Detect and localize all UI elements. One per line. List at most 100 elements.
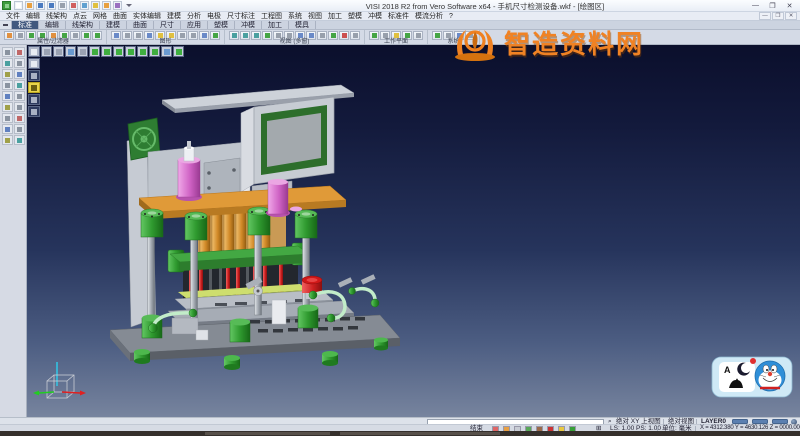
new-file-icon[interactable] <box>14 1 23 10</box>
zoom-cube-icon[interactable] <box>173 46 184 57</box>
break-tool-icon[interactable] <box>14 113 25 123</box>
select-tool-icon[interactable] <box>2 47 13 57</box>
pan-icon[interactable] <box>199 31 209 40</box>
trim-tool-icon[interactable] <box>14 80 25 90</box>
view-mode-icon[interactable] <box>41 46 52 57</box>
redo-icon[interactable] <box>102 1 111 10</box>
front-cube-icon[interactable] <box>137 46 148 57</box>
rotate-cube-icon[interactable] <box>161 46 172 57</box>
pick-icon[interactable] <box>70 31 80 40</box>
active-tool-icon[interactable] <box>28 82 40 93</box>
selection-mode-icon[interactable] <box>28 46 40 57</box>
view-side-icon[interactable] <box>251 31 261 40</box>
wireframe-view-icon[interactable] <box>122 31 132 40</box>
clip-plane-icon[interactable] <box>339 31 349 40</box>
tab-modeling[interactable]: 建模 <box>100 21 127 29</box>
close-button[interactable]: ✕ <box>781 0 798 11</box>
measure-tool-icon[interactable] <box>2 58 13 68</box>
zoom-fit-icon[interactable] <box>188 31 198 40</box>
shaded-view-icon[interactable] <box>111 31 121 40</box>
dynamic-rotate-icon[interactable] <box>328 31 338 40</box>
toolbar-collapse-icon[interactable] <box>0 21 12 29</box>
tab-surface[interactable]: 曲面 <box>127 21 154 29</box>
offset-tool-icon[interactable] <box>14 91 25 101</box>
transparency-icon[interactable] <box>144 31 154 40</box>
box-select-icon[interactable] <box>92 31 102 40</box>
workplane-create-icon[interactable] <box>369 31 379 40</box>
open-file-icon[interactable] <box>25 1 34 10</box>
extend-tool-icon[interactable] <box>2 113 13 123</box>
menu-mold[interactable]: 塑模 <box>345 12 365 21</box>
menu-die[interactable]: 冲模 <box>365 12 385 21</box>
mdi-minimize-button[interactable]: — <box>759 12 771 20</box>
mirror-tool-icon[interactable] <box>2 91 13 101</box>
tab-application[interactable]: 应用 <box>181 21 208 29</box>
wireframe-cube-icon[interactable] <box>101 46 112 57</box>
graphics-viewport[interactable]: A <box>27 45 800 417</box>
menu-help[interactable]: ? <box>446 12 456 21</box>
menu-machining[interactable]: 加工 <box>325 12 345 21</box>
brush-icon[interactable] <box>113 1 122 10</box>
iso-cube-icon[interactable] <box>113 46 124 57</box>
tab-standard[interactable]: 标准 <box>12 21 39 29</box>
tab-die[interactable]: 冲模 <box>235 21 262 29</box>
app-logo-icon[interactable] <box>2 1 11 10</box>
workplane-reset-icon[interactable] <box>413 31 423 40</box>
cut-tool-icon[interactable] <box>14 47 25 57</box>
scale-tool-icon[interactable] <box>14 124 25 134</box>
tab-mold[interactable]: 塑模 <box>208 21 235 29</box>
array-tool-icon[interactable] <box>2 124 13 134</box>
group-tool-icon[interactable] <box>14 135 25 145</box>
info-icon[interactable] <box>465 31 475 40</box>
tab-machining[interactable]: 加工 <box>262 21 289 29</box>
move-tool-icon[interactable] <box>2 69 13 79</box>
section-icon[interactable] <box>28 106 40 117</box>
tab-wireframe[interactable]: 线架构 <box>66 21 100 29</box>
color-filter-icon[interactable] <box>26 31 36 40</box>
erase-tool-icon[interactable] <box>14 58 25 68</box>
side-cube-icon[interactable] <box>149 46 160 57</box>
compass-icon[interactable] <box>80 1 89 10</box>
hidden-line-icon[interactable] <box>133 31 143 40</box>
attribute-icon[interactable] <box>4 31 14 40</box>
save-icon[interactable] <box>36 1 45 10</box>
copy-tool-icon[interactable] <box>14 69 25 79</box>
window-cascade-icon[interactable] <box>317 31 327 40</box>
zoom-in-icon[interactable] <box>177 31 187 40</box>
measure-icon[interactable] <box>28 94 40 105</box>
view-iso-icon[interactable] <box>262 31 272 40</box>
undo-icon[interactable] <box>91 1 100 10</box>
shaded-cube-icon[interactable] <box>89 46 100 57</box>
top-cube-icon[interactable] <box>125 46 136 57</box>
menu-flow-analysis[interactable]: 模流分析 <box>412 12 446 21</box>
menu-standard-parts[interactable]: 标准件 <box>385 12 412 21</box>
qat-dropdown-icon[interactable] <box>126 4 132 7</box>
cad-model-assembly[interactable] <box>110 85 400 370</box>
tab-edit[interactable]: 编辑 <box>39 21 66 29</box>
chamfer-tool-icon[interactable] <box>14 102 25 112</box>
minimize-button[interactable]: — <box>747 0 764 11</box>
rotate-view-icon[interactable] <box>210 31 220 40</box>
tab-dimension[interactable]: 尺寸 <box>154 21 181 29</box>
clipping-icon[interactable] <box>28 70 40 81</box>
mdi-restore-button[interactable]: ❐ <box>772 12 784 20</box>
chain-select-icon[interactable] <box>81 31 91 40</box>
view-top-icon[interactable] <box>229 31 239 40</box>
snap-tool-icon[interactable] <box>2 80 13 90</box>
layer-filter-icon[interactable] <box>15 31 25 40</box>
tab-tooling[interactable]: 模具 <box>289 21 316 29</box>
fillet-tool-icon[interactable] <box>2 102 13 112</box>
delete-icon[interactable] <box>69 1 78 10</box>
view-list-icon[interactable] <box>65 46 76 57</box>
view-settings-icon[interactable] <box>350 31 360 40</box>
camera-icon[interactable] <box>77 46 88 57</box>
layer-panel-icon[interactable] <box>53 46 64 57</box>
mdi-close-button[interactable]: ✕ <box>785 12 797 20</box>
view-front-icon[interactable] <box>240 31 250 40</box>
save-all-icon[interactable] <box>47 1 56 10</box>
annotation-icon[interactable] <box>28 58 40 69</box>
system-settings-icon[interactable] <box>432 31 442 40</box>
rotate-tool-icon[interactable] <box>2 135 13 145</box>
import-icon[interactable] <box>58 1 67 10</box>
maximize-button[interactable]: ❐ <box>764 0 781 11</box>
